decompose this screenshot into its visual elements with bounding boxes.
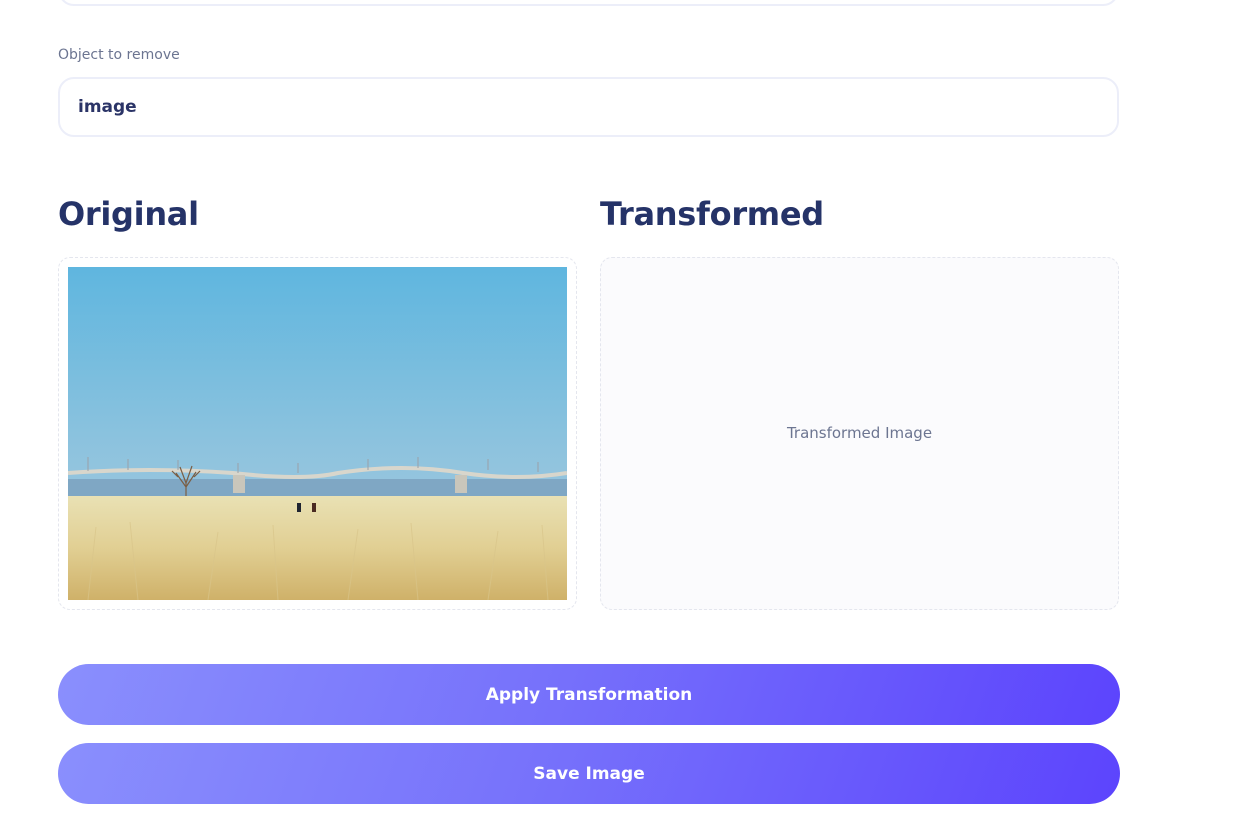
apply-transformation-button[interactable]: Apply Transformation	[58, 664, 1120, 725]
transformed-image-panel: Transformed Image	[600, 257, 1119, 610]
save-image-button[interactable]: Save Image	[58, 743, 1120, 804]
object-to-remove-label: Object to remove	[58, 47, 180, 63]
object-to-remove-input[interactable]	[58, 77, 1119, 137]
original-heading: Original	[58, 195, 199, 233]
transformed-heading: Transformed	[600, 195, 824, 233]
previous-input-field[interactable]	[58, 0, 1119, 6]
original-image	[68, 267, 567, 600]
page: Object to remove Original Transformed	[0, 0, 1260, 828]
transformed-image-placeholder: Transformed Image	[786, 424, 933, 442]
original-image-panel	[58, 257, 577, 610]
